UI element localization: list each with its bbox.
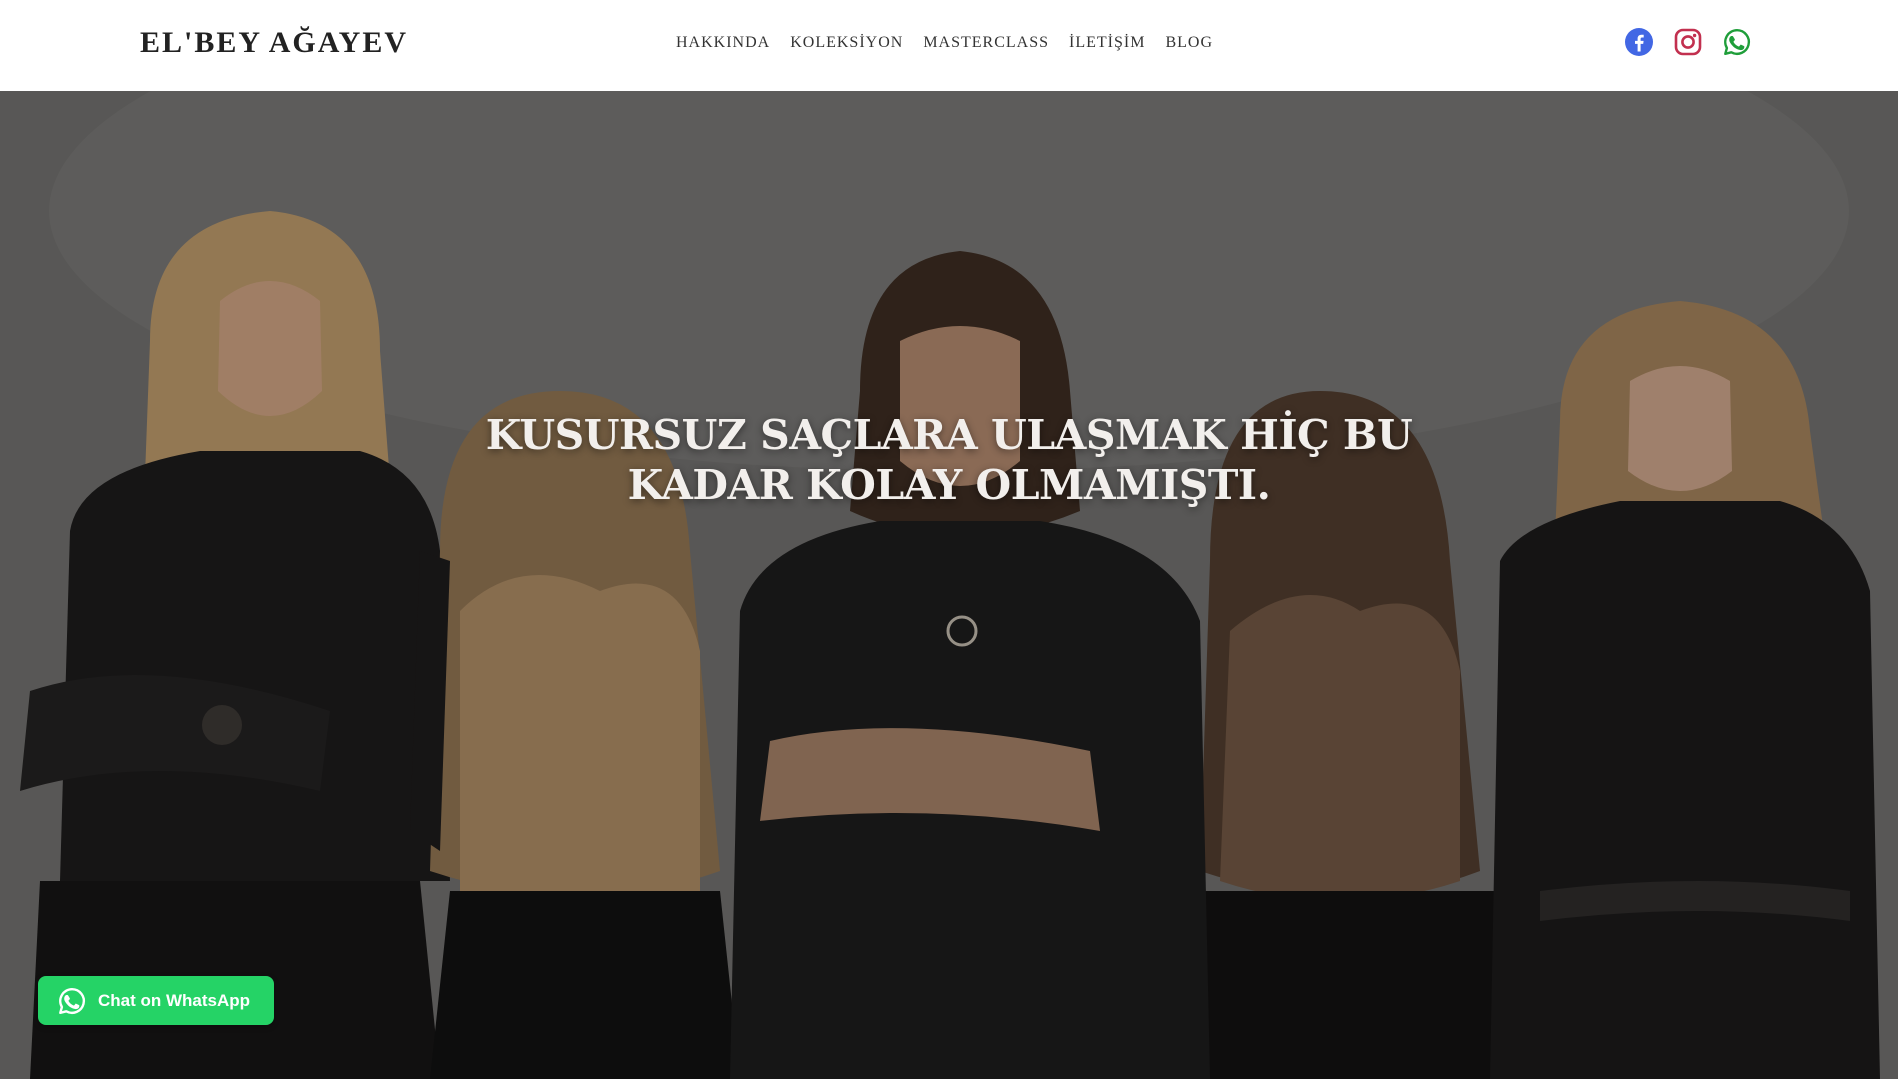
whatsapp-icon (59, 987, 86, 1014)
whatsapp-chat-button[interactable]: Chat on WhatsApp (38, 976, 274, 1025)
instagram-icon[interactable] (1673, 27, 1703, 57)
hero-section: KUSURSUZ SAÇLARA ULAŞMAK HİÇ BU KADAR KO… (0, 91, 1898, 1079)
main-nav: HAKKINDA KOLEKSİYON MASTERCLASS İLETİŞİM… (676, 34, 1213, 52)
nav-item-koleksiyon[interactable]: KOLEKSİYON (790, 34, 903, 52)
facebook-icon[interactable] (1624, 27, 1654, 57)
social-links (1624, 27, 1752, 57)
nav-item-blog[interactable]: BLOG (1165, 34, 1213, 52)
hero-overlay (0, 91, 1898, 1079)
site-logo[interactable]: EL'BEY AĞAYEV (140, 26, 408, 60)
nav-item-masterclass[interactable]: MASTERCLASS (923, 34, 1049, 52)
site-header: EL'BEY AĞAYEV HAKKINDA KOLEKSİYON MASTER… (0, 0, 1898, 91)
hero-title: KUSURSUZ SAÇLARA ULAŞMAK HİÇ BU KADAR KO… (485, 411, 1413, 510)
nav-item-hakkinda[interactable]: HAKKINDA (676, 34, 770, 52)
whatsapp-icon[interactable] (1722, 27, 1752, 57)
whatsapp-chat-label: Chat on WhatsApp (98, 990, 251, 1010)
nav-item-iletisim[interactable]: İLETİŞİM (1069, 34, 1145, 52)
